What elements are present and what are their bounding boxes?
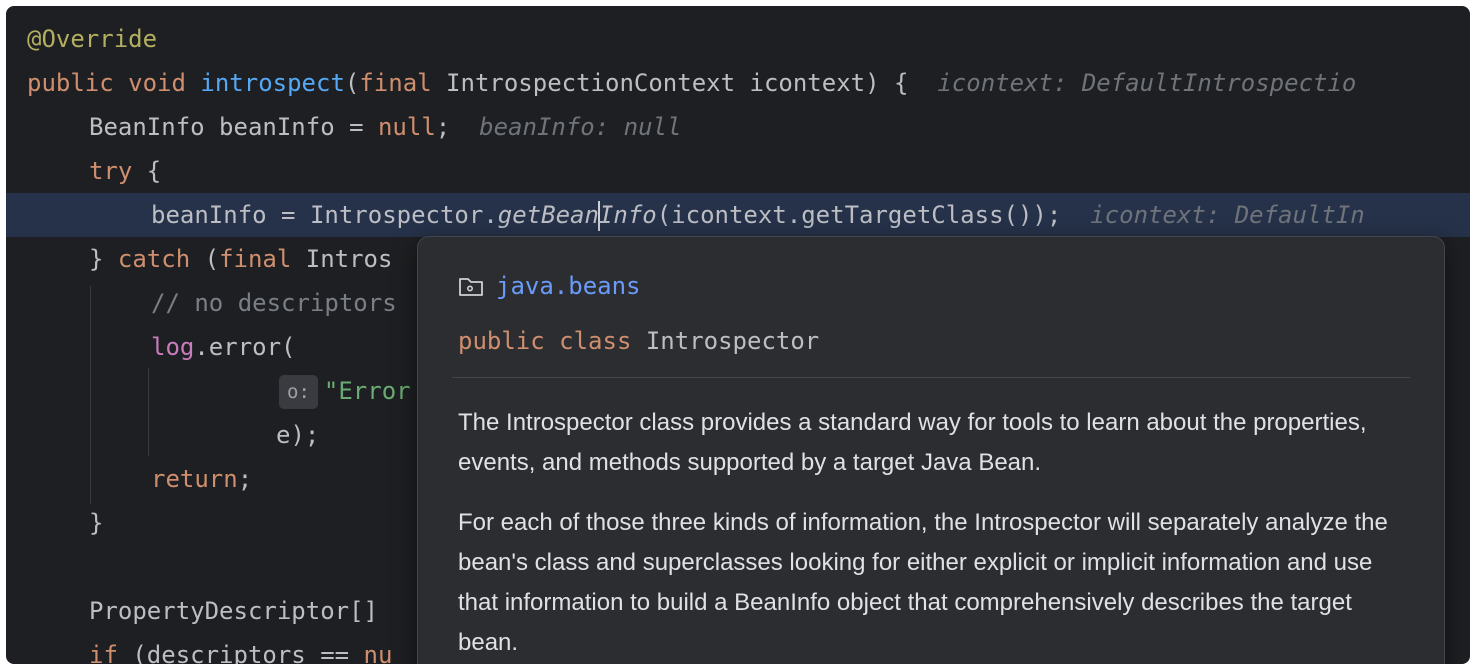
code-text: .error( xyxy=(194,333,296,361)
static-method-call: Info xyxy=(598,201,657,229)
divider xyxy=(452,377,1410,378)
doc-paragraph: For each of those three kinds of informa… xyxy=(458,509,1388,656)
keyword: public xyxy=(27,69,114,97)
keyword: final xyxy=(219,245,292,273)
doc-paragraph: The Introspector class provides a standa… xyxy=(458,409,1367,476)
code-line[interactable]: @Override xyxy=(6,17,1470,61)
static-method-call: getBean xyxy=(497,201,599,229)
current-code-line[interactable]: beanInfo = Introspector.getBeanInfo(icon… xyxy=(6,193,1470,237)
package-link[interactable]: java.beans xyxy=(458,269,641,303)
code-text: } xyxy=(89,245,118,273)
code-text: IntrospectionContext icontext) { xyxy=(431,69,909,97)
keyword: null xyxy=(377,113,436,141)
keyword: public xyxy=(458,327,545,355)
string-literal: "Error xyxy=(323,377,411,405)
code-line[interactable]: BeanInfo beanInfo = null; beanInfo: null xyxy=(6,105,1470,149)
code-text: Intros xyxy=(291,245,393,273)
keyword: try xyxy=(89,157,133,185)
code-text: (icontext.getTargetClass()); xyxy=(656,201,1062,229)
method-name: introspect xyxy=(200,69,345,97)
code-comment: // no descriptors xyxy=(151,289,397,317)
inlay-hint: icontext: DefaultIntrospectio xyxy=(937,69,1357,97)
code-text: { xyxy=(132,157,162,185)
keyword: final xyxy=(359,69,432,97)
inlay-hint: icontext: DefaultIn xyxy=(1090,201,1365,229)
code-text: PropertyDescriptor[] xyxy=(89,597,378,625)
code-text: (descriptors == xyxy=(117,641,364,664)
code-text: } xyxy=(89,509,104,537)
code-text: ( xyxy=(190,245,220,273)
keyword: class xyxy=(559,327,632,355)
override-annotation: @Override xyxy=(27,25,158,53)
class-signature: public class Introspector xyxy=(458,327,819,355)
keyword: catch xyxy=(117,245,191,273)
paren: ( xyxy=(344,69,360,97)
editor-window: @Override public void introspect(final I… xyxy=(6,6,1470,664)
class-name: Introspector xyxy=(645,327,820,355)
field-reference: log xyxy=(151,333,195,361)
code-text: e); xyxy=(276,421,320,449)
code-text: BeanInfo beanInfo = xyxy=(89,113,378,141)
inlay-hint: beanInfo: null xyxy=(479,113,682,141)
code-editor[interactable]: @Override public void introspect(final I… xyxy=(6,6,1470,664)
quick-documentation-popup[interactable]: java.beans public class Introspector The… xyxy=(417,236,1445,664)
code-line[interactable]: try { xyxy=(6,149,1470,193)
code-text: beanInfo = Introspector. xyxy=(151,201,498,229)
package-name[interactable]: java.beans xyxy=(496,272,641,300)
code-text: ; xyxy=(237,465,253,493)
code-text: ; xyxy=(435,113,451,141)
code-line[interactable]: public void introspect(final Introspecti… xyxy=(6,61,1470,105)
parameter-name-hint: o: xyxy=(279,375,318,409)
keyword: nu xyxy=(363,641,393,664)
keyword: void xyxy=(128,69,186,97)
keyword: if xyxy=(89,641,118,664)
keyword: return xyxy=(151,465,238,493)
package-folder-icon xyxy=(459,278,483,296)
